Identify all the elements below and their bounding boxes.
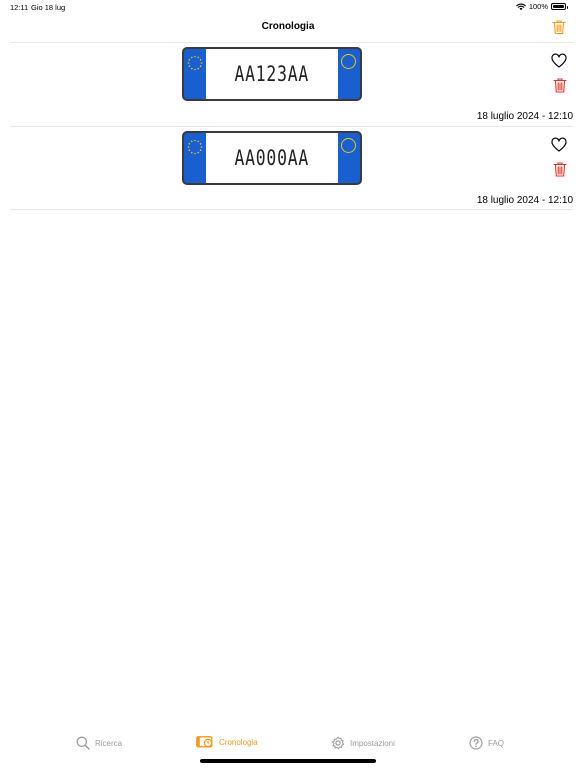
tab-label: Impostazioni: [350, 738, 395, 748]
plate-eu-band: [184, 133, 206, 183]
plate-eu-band: [184, 49, 206, 99]
navigation-bar: Cronologia: [0, 14, 576, 42]
plate-number: AA000AA: [234, 146, 310, 170]
search-icon: [76, 736, 90, 750]
tab-impostazioni[interactable]: Impostazioni: [331, 736, 395, 750]
clear-history-button[interactable]: [552, 19, 566, 35]
eu-stars-icon: [187, 55, 203, 71]
license-plate: AA000AA: [182, 131, 362, 185]
plate-province-band: [338, 133, 360, 183]
province-circle-icon: [341, 54, 356, 69]
history-item[interactable]: AA000AA 18 luglio 2024 - 12:10: [10, 126, 573, 210]
tab-cronologia[interactable]: Cronologia: [196, 736, 258, 749]
tab-label: Cronologia: [219, 738, 258, 747]
delete-button[interactable]: [553, 161, 567, 178]
status-indicators: 100%: [516, 2, 568, 11]
status-date: Gio 18 lug: [31, 3, 66, 12]
plate-province-band: [338, 49, 360, 99]
tab-faq[interactable]: FAQ: [469, 736, 504, 750]
wifi-icon: [516, 3, 526, 10]
plate-number-area: AA000AA: [206, 133, 338, 183]
history-plate-icon: [196, 736, 213, 748]
page-title: Cronologia: [261, 21, 315, 32]
history-item[interactable]: AA123AA 18 luglio 2024 - 12:10: [10, 42, 573, 126]
plate-number-area: AA123AA: [206, 49, 338, 99]
tab-label: Ricerca: [95, 738, 123, 748]
trash-icon: [553, 162, 567, 177]
favorite-button[interactable]: [551, 137, 567, 153]
province-circle-icon: [341, 138, 356, 153]
timestamp: 18 luglio 2024 - 12:10: [476, 111, 573, 122]
heart-icon: [551, 137, 567, 152]
history-list: AA123AA 18 luglio 2024 - 12:10 AA000AA 1…: [10, 42, 573, 210]
favorite-button[interactable]: [551, 53, 567, 69]
question-circle-icon: [469, 736, 483, 750]
home-indicator: [200, 759, 376, 763]
plate-number: AA123AA: [234, 62, 310, 86]
battery-icon: [551, 3, 568, 10]
timestamp: 18 luglio 2024 - 12:10: [476, 195, 573, 206]
heart-icon: [551, 53, 567, 68]
delete-button[interactable]: [553, 77, 567, 94]
trash-icon: [553, 78, 567, 93]
status-time: 12:11: [10, 3, 29, 12]
tab-bar: Ricerca Cronologia Impostazioni FAQ: [0, 734, 576, 758]
battery-percent: 100%: [528, 2, 548, 11]
license-plate: AA123AA: [182, 47, 362, 101]
trash-icon: [552, 20, 566, 35]
status-bar: 12:11 Gio 18 lug 100%: [0, 0, 576, 14]
gear-icon: [332, 736, 345, 750]
tab-label: FAQ: [488, 738, 505, 748]
tab-ricerca[interactable]: Ricerca: [76, 736, 122, 750]
eu-stars-icon: [187, 139, 203, 155]
